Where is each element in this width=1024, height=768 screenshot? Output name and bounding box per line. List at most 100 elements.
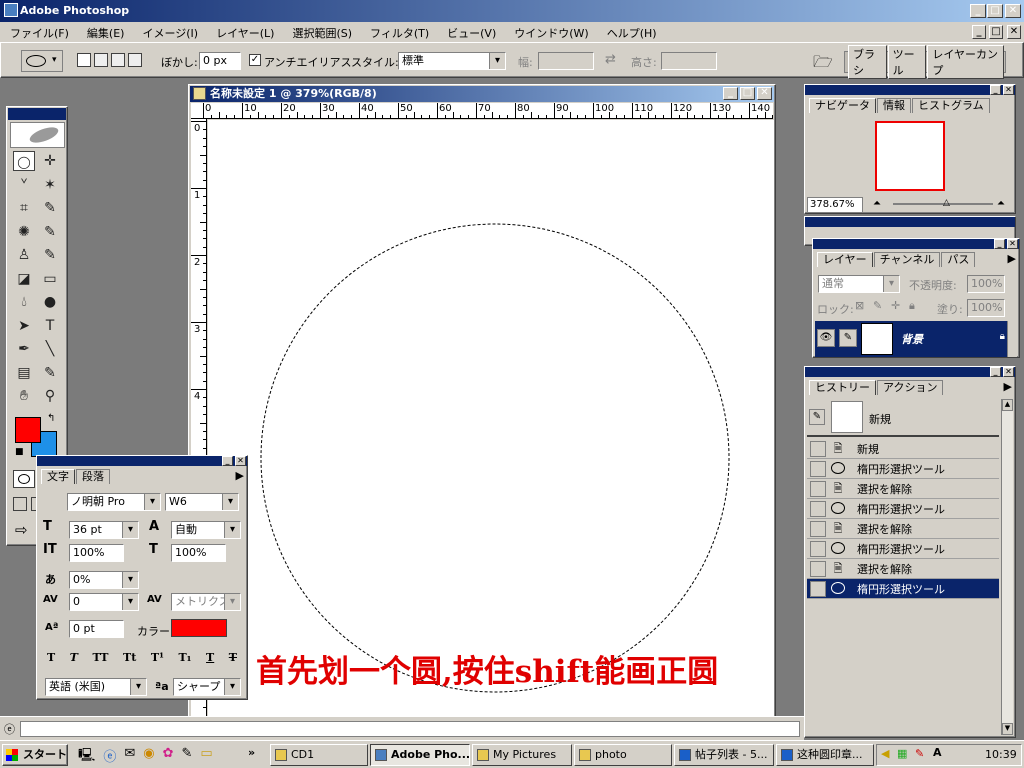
healing-brush-icon[interactable]: ✺ xyxy=(13,222,35,242)
taskbar-task[interactable]: photo xyxy=(574,744,672,766)
history-item[interactable]: 🗎︎ 選択を解除 xyxy=(807,559,999,579)
history-item[interactable]: 楕円形選択ツール xyxy=(807,579,999,599)
feather-input[interactable]: 0 px xyxy=(199,52,241,70)
move-icon[interactable]: ✛ xyxy=(39,151,61,171)
antialias-select[interactable]: シャープ xyxy=(173,678,241,696)
standard-mode-icon[interactable] xyxy=(13,470,35,488)
character-menu-icon[interactable]: ▶ xyxy=(236,469,244,482)
text-style-button[interactable]: T xyxy=(70,651,78,667)
palette-well-tab[interactable]: ツール xyxy=(887,45,927,79)
text-color-swatch[interactable] xyxy=(171,619,227,637)
media-icon[interactable]: ◉ xyxy=(143,746,154,764)
default-colors-icon[interactable]: ■ xyxy=(15,447,24,457)
network-icon[interactable]: ▦ xyxy=(897,747,907,760)
history-menu-icon[interactable]: ▶ xyxy=(1004,380,1012,393)
doc-window-minimize[interactable]: _ xyxy=(723,87,738,100)
history-close[interactable]: ✕ xyxy=(1003,367,1014,377)
notes-icon[interactable]: ▤ xyxy=(13,363,35,383)
tsume-select[interactable]: 0% xyxy=(69,571,139,589)
tab-navigator-1[interactable]: 情報 xyxy=(877,98,911,113)
character-close[interactable]: ✕ xyxy=(235,456,246,466)
kerning-select[interactable]: 0 xyxy=(69,593,139,611)
doc-restore-button[interactable]: □ xyxy=(989,25,1003,39)
tracking-select[interactable]: メトリクス xyxy=(171,593,241,611)
flower-icon[interactable]: ✿ xyxy=(163,746,174,764)
character-minimize[interactable]: _ xyxy=(222,456,233,466)
doc-window-close[interactable]: ✕ xyxy=(757,87,772,100)
history-scrollbar[interactable]: ▲ ▼ xyxy=(1001,399,1013,735)
pen-icon[interactable]: ✎ xyxy=(182,746,193,764)
layers-close[interactable]: ✕ xyxy=(1007,239,1018,249)
style-select[interactable]: 標準 xyxy=(398,52,506,70)
tab-layers-0[interactable]: レイヤー xyxy=(817,252,873,267)
layers-scrollbar[interactable] xyxy=(1007,321,1017,357)
zoom-in-icon[interactable]: ⏶ xyxy=(997,198,1005,209)
history-item[interactable]: 楕円形選択ツール xyxy=(807,499,999,519)
history-item[interactable]: 楕円形選択ツール xyxy=(807,459,999,479)
height-input[interactable] xyxy=(661,52,717,70)
canvas[interactable]: 首先划一个圆,按住shift能画正圆 xyxy=(208,120,774,722)
navigator-close[interactable]: ✕ xyxy=(1003,85,1014,95)
menu-item[interactable]: フィルタ(T) xyxy=(370,27,429,40)
text-style-button[interactable]: T₁ xyxy=(178,651,191,667)
brush-link-icon[interactable]: ✎ xyxy=(839,329,857,347)
horizontal-scale-input[interactable]: 100% xyxy=(171,544,226,562)
crop-icon[interactable]: ⌗ xyxy=(13,198,35,218)
font-family-select[interactable]: ノ明朝 Pro xyxy=(67,493,161,511)
menu-item[interactable]: レイヤー(L) xyxy=(216,27,274,40)
history-source-box[interactable] xyxy=(810,440,826,457)
language-indicator[interactable]: A xyxy=(933,746,942,759)
folder-icon[interactable]: ▭ xyxy=(200,746,212,764)
line-icon[interactable]: ╲ xyxy=(39,339,61,359)
navigator-zoom-input[interactable]: 378.67% xyxy=(807,197,863,213)
opacity-input[interactable]: 100% xyxy=(967,275,1005,293)
tab-history-1[interactable]: アクション xyxy=(877,380,944,395)
brush-icon[interactable]: ✎ xyxy=(39,222,61,242)
menu-item[interactable]: ビュー(V) xyxy=(447,27,496,40)
history-snapshot[interactable]: ✎ 新規 xyxy=(807,399,999,437)
tab-history-0[interactable]: ヒストリー xyxy=(809,380,876,395)
palette-well-icon[interactable]: 🗁 xyxy=(813,51,833,78)
tab-character-0[interactable]: 文字 xyxy=(41,469,75,484)
lock-transparency-icon[interactable]: ⊠ xyxy=(855,299,864,312)
new-selection-icon[interactable] xyxy=(77,53,91,67)
intersect-selection-icon[interactable] xyxy=(128,53,142,67)
gradient-icon[interactable]: ▭ xyxy=(39,269,61,289)
history-item[interactable]: 🗎︎ 選択を解除 xyxy=(807,479,999,499)
lock-move-icon[interactable]: ✛ xyxy=(891,299,900,312)
subtract-selection-icon[interactable] xyxy=(111,53,125,67)
foreground-color-swatch[interactable] xyxy=(15,417,41,443)
navigator-minimize[interactable]: _ xyxy=(990,85,1001,95)
tab-layers-2[interactable]: パス xyxy=(941,252,976,267)
eyedropper-icon[interactable]: ✎ xyxy=(39,363,61,383)
desktop-icon[interactable]: 🖳︎ xyxy=(78,746,95,764)
start-button[interactable]: スタート xyxy=(2,744,68,766)
layers-menu-icon[interactable]: ▶ xyxy=(1008,252,1016,265)
maximize-button[interactable]: □ xyxy=(987,4,1003,18)
doc-window-maximize[interactable]: □ xyxy=(740,87,755,100)
type-icon[interactable]: T xyxy=(39,316,61,336)
taskbar-task[interactable]: CD1 xyxy=(270,744,368,766)
tab-layers-1[interactable]: チャンネル xyxy=(873,252,941,267)
history-source-box[interactable] xyxy=(810,560,826,577)
text-style-button[interactable]: TT xyxy=(93,651,109,667)
taskbar-task[interactable]: Adobe Pho... xyxy=(370,744,470,766)
tab-navigator-2[interactable]: ヒストグラム xyxy=(912,98,990,113)
doc-close-button[interactable]: ✕ xyxy=(1007,25,1021,39)
vertical-scale-input[interactable]: 100% xyxy=(69,544,124,562)
navigator-preview[interactable] xyxy=(875,121,945,191)
blur-icon[interactable]: 💧︎ xyxy=(13,292,35,312)
path-select-icon[interactable]: ➤ xyxy=(13,316,35,336)
ie-launch-icon[interactable]: ⓔ xyxy=(103,746,116,765)
history-source-box[interactable] xyxy=(810,520,826,537)
font-size-select[interactable]: 36 pt xyxy=(69,521,139,539)
dodge-icon[interactable]: ● xyxy=(39,292,61,312)
text-style-button[interactable]: T xyxy=(229,651,237,667)
lock-paint-icon[interactable]: ✎ xyxy=(873,299,882,312)
ime-icon[interactable]: ✎ xyxy=(915,747,924,760)
taskbar-task[interactable]: 帖子列表 - 5... xyxy=(674,744,774,766)
palette-well-tab[interactable]: レイヤーカンプ xyxy=(927,45,1004,79)
history-item[interactable]: 🗎︎ 選択を解除 xyxy=(807,519,999,539)
width-input[interactable] xyxy=(538,52,594,70)
text-style-button[interactable]: Tt xyxy=(123,651,136,667)
